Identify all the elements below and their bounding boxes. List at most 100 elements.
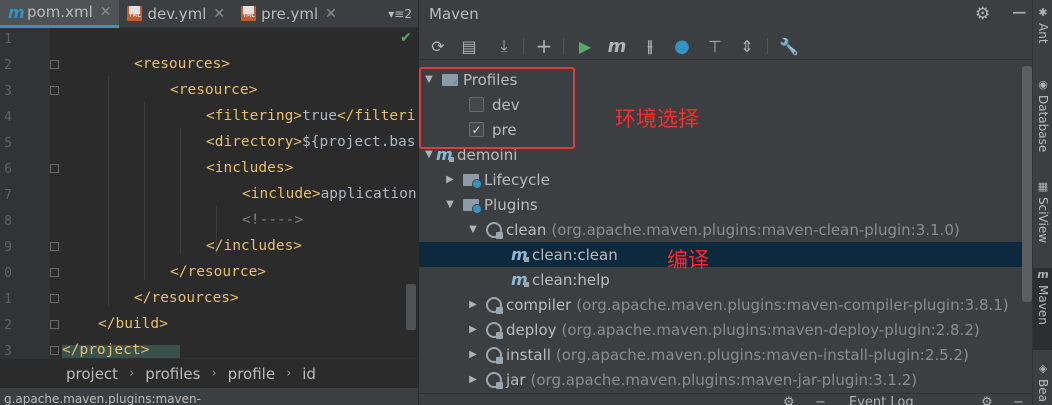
line-number: 3 — [4, 344, 12, 359]
chevron-right-icon: › — [286, 366, 292, 381]
collapse-arrow-icon[interactable]: ▶ — [466, 374, 480, 385]
annotation-environment-selection: 环境选择 — [615, 107, 699, 131]
run-icon[interactable]: ▶ — [575, 36, 595, 56]
fold-marker[interactable] — [50, 242, 59, 251]
line-number-gutter: 1 2 3 4 5 6 7 8 9 0 1 2 3 — [0, 28, 50, 359]
plugin-node-clean[interactable]: ▼ clean (org.apache.maven.plugins:maven-… — [419, 217, 1027, 242]
hide-icon[interactable]: − — [1013, 395, 1024, 405]
expand-arrow-icon[interactable]: ▼ — [422, 149, 436, 160]
close-icon[interactable]: ✕ — [325, 6, 337, 22]
xml-tag: <include> — [242, 186, 321, 202]
fold-marker[interactable] — [50, 294, 59, 303]
gear-icon[interactable]: ⚙ — [783, 395, 795, 405]
plugin-name: compiler — [506, 295, 572, 314]
skip-tests-icon[interactable]: ● — [672, 36, 692, 57]
line-number: 2 — [4, 318, 12, 333]
code-line: <directory>${project.bas — [206, 134, 416, 150]
code-line: <!----> — [242, 212, 303, 228]
bottom-tool-bar: ⚙ − Event Log ⚙ − — [419, 393, 1033, 405]
close-icon[interactable]: ✕ — [213, 6, 225, 22]
code-line: </resource> — [170, 264, 266, 280]
hide-panel-icon[interactable]: − — [1011, 0, 1028, 24]
tab-dev-yml[interactable]: YML dev.yml ✕ — [119, 0, 233, 28]
plugin-node-compiler[interactable]: ▶ compiler (org.apache.maven.plugins:mav… — [419, 292, 1027, 317]
close-icon[interactable]: ✕ — [100, 4, 112, 20]
wrench-icon[interactable]: 🔧 — [779, 36, 799, 56]
expand-arrow-icon[interactable]: ▼ — [466, 224, 480, 235]
code-line: <filtering>true</filteri — [206, 108, 416, 124]
database-icon: ◉ — [1038, 78, 1048, 91]
maven-goal-icon: m — [511, 245, 529, 264]
goal-node-clean-clean[interactable]: m clean:clean — [419, 242, 1027, 267]
breadcrumb-item[interactable]: profile — [228, 365, 275, 383]
tree-node-plugins[interactable]: ▼ Plugins — [419, 192, 1027, 217]
toggle-offline-icon[interactable]: ⫲ — [640, 36, 660, 56]
breadcrumb-item[interactable]: project — [66, 365, 118, 383]
side-tab-maven[interactable]: m Maven — [1033, 268, 1052, 350]
breadcrumb-item[interactable]: profiles — [145, 365, 200, 383]
plugin-name: install — [506, 345, 551, 364]
side-tab-ant[interactable]: ✱ Ant — [1033, 6, 1052, 44]
inspection-ok-icon[interactable]: ✔ — [400, 30, 412, 46]
xml-tag: <directory> — [206, 134, 303, 150]
fold-marker[interactable] — [50, 268, 59, 277]
xml-tag: <resources> — [134, 56, 231, 72]
side-tab-label: Database — [1036, 95, 1050, 153]
yml-file-icon: YML — [127, 6, 143, 21]
code-line: <resource> — [170, 82, 257, 98]
status-bar-text: g.apache.maven.plugins:maven- — [0, 388, 418, 405]
goal-node-clean-help[interactable]: m clean:help — [419, 267, 1027, 292]
code-line: <include>application — [242, 186, 417, 202]
download-icon[interactable]: ⤓ — [494, 36, 514, 56]
tab-overflow-button[interactable]: ▾≡2 — [382, 7, 418, 21]
code-line: </project> — [62, 342, 149, 358]
tree-node-lifecycle[interactable]: ▶ Lifecycle — [419, 167, 1027, 192]
expand-arrow-icon[interactable]: ▼ — [443, 199, 457, 210]
code-area[interactable]: <resources> <resource> <filtering>true</… — [62, 28, 418, 358]
collapse-arrow-icon[interactable]: ▶ — [466, 324, 480, 335]
code-line: </includes> — [206, 238, 302, 254]
profile-highlight-box — [419, 67, 575, 149]
collapse-arrow-icon[interactable]: ▶ — [466, 349, 480, 360]
fold-marker[interactable] — [50, 86, 59, 95]
fold-marker[interactable] — [50, 320, 59, 329]
side-tab-bean[interactable]: ◈ Bea — [1033, 362, 1052, 402]
side-tab-sciview[interactable]: ▦ SciView — [1033, 180, 1052, 243]
line-number: 0 — [4, 266, 12, 281]
fold-marker[interactable] — [50, 164, 59, 173]
fold-marker[interactable] — [50, 346, 59, 355]
collapse-arrow-icon[interactable]: ▶ — [443, 174, 457, 185]
code-line: <resources> — [134, 56, 230, 72]
breadcrumb-item[interactable]: id — [302, 365, 316, 383]
add-icon[interactable]: + — [534, 34, 554, 58]
plugin-node-install[interactable]: ▶ install (org.apache.maven.plugins:mave… — [419, 342, 1027, 367]
gear-icon[interactable]: ⚙ — [975, 4, 990, 24]
hide-icon[interactable]: − — [815, 395, 826, 405]
side-tab-database[interactable]: ◉ Database — [1033, 78, 1052, 152]
collapse-arrow-icon[interactable]: ▶ — [466, 299, 480, 310]
editor-scrollbar[interactable] — [406, 284, 416, 330]
tree-scrollbar[interactable] — [1022, 66, 1032, 302]
lifecycle-folder-icon — [463, 173, 482, 189]
plugin-node-deploy[interactable]: ▶ deploy (org.apache.maven.plugins:maven… — [419, 317, 1027, 342]
xml-text: ${project.bas — [302, 134, 416, 150]
collapse-all-icon[interactable]: ⇕ — [737, 36, 757, 56]
gear-icon[interactable]: ⚙ — [981, 395, 993, 405]
event-log-label[interactable]: Event Log — [849, 395, 914, 405]
line-number: 9 — [4, 240, 12, 255]
line-number: 1 — [4, 292, 12, 307]
tab-pom-xml[interactable]: m pom.xml ✕ — [0, 0, 120, 28]
generate-sources-icon[interactable]: ▤ — [459, 36, 479, 56]
plugin-node-jar[interactable]: ▶ jar (org.apache.maven.plugins:maven-ja… — [419, 367, 1027, 392]
plugin-coordinates: (org.apache.maven.plugins:maven-deploy-p… — [561, 320, 980, 339]
maven-m-icon: m — [1037, 268, 1049, 281]
reload-icon[interactable]: ⟳ — [428, 36, 448, 56]
execute-goal-icon[interactable]: m — [607, 36, 627, 57]
tab-pre-yml[interactable]: YML pre.yml ✕ — [233, 0, 345, 28]
xml-text: true — [302, 108, 337, 124]
show-dependencies-icon[interactable]: ⊤ — [705, 36, 725, 56]
plugin-icon — [486, 221, 503, 239]
fold-marker[interactable] — [50, 60, 59, 69]
code-line: </resources> — [134, 290, 239, 306]
chevron-right-icon: › — [211, 366, 217, 381]
